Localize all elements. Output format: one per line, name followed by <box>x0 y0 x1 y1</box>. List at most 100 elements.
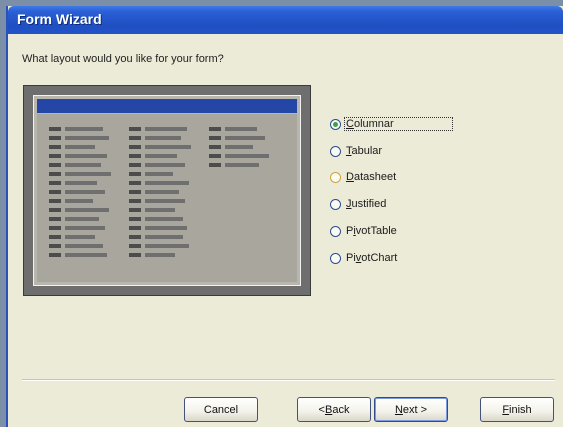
radio-justified[interactable] <box>330 198 341 210</box>
preview-field-value <box>225 136 265 140</box>
preview-field-value <box>145 226 187 230</box>
preview-field-row <box>209 144 269 150</box>
preview-field-row <box>49 144 111 150</box>
preview-field-value <box>65 127 103 131</box>
preview-field-label <box>49 145 61 149</box>
preview-field-value <box>225 154 269 158</box>
preview-field-value <box>145 181 189 185</box>
option-pivotchart[interactable]: PivotChart <box>330 248 399 268</box>
option-datasheet[interactable]: Datasheet <box>330 167 398 187</box>
preview-field-label <box>49 208 61 212</box>
back-button[interactable]: < Back <box>297 397 371 422</box>
option-justified[interactable]: Justified <box>330 194 388 214</box>
radio-columnar[interactable] <box>330 118 341 130</box>
preview-field-label <box>209 136 221 140</box>
layout-options: Columnar Tabular Datasheet Justified Piv… <box>330 114 478 286</box>
option-pivottable[interactable]: PivotTable <box>330 221 399 241</box>
preview-field-row <box>129 207 191 213</box>
preview-field-value <box>65 181 97 185</box>
preview-field-row <box>49 225 111 231</box>
preview-field-row <box>49 126 111 132</box>
preview-field-value <box>65 244 103 248</box>
preview-field-label <box>129 253 141 257</box>
preview-field-value <box>65 136 109 140</box>
preview-field-row <box>129 135 191 141</box>
finish-button[interactable]: Finish <box>480 397 554 422</box>
preview-field-row <box>129 216 191 222</box>
layout-preview <box>23 85 311 296</box>
preview-field-row <box>49 198 111 204</box>
preview-column-2 <box>129 126 191 261</box>
preview-field-row <box>129 144 191 150</box>
preview-field-label <box>209 154 221 158</box>
preview-field-row <box>129 180 191 186</box>
preview-field-label <box>49 172 61 176</box>
preview-field-value <box>145 136 181 140</box>
preview-field-label <box>129 226 141 230</box>
radio-tabular[interactable] <box>330 145 341 157</box>
radio-datasheet[interactable] <box>330 171 341 183</box>
window-title: Form Wizard <box>17 11 102 27</box>
title-bar[interactable]: Form Wizard <box>8 6 563 34</box>
preview-field-value <box>65 190 105 194</box>
preview-field-label <box>49 136 61 140</box>
layout-prompt: What layout would you like for your form… <box>22 53 224 65</box>
preview-field-value <box>65 235 95 239</box>
option-columnar[interactable]: Columnar <box>330 114 453 134</box>
preview-field-row <box>129 198 191 204</box>
preview-field-value <box>145 253 175 257</box>
preview-column-3 <box>209 126 269 171</box>
preview-field-row <box>49 252 111 258</box>
preview-field-value <box>65 208 109 212</box>
preview-field-value <box>65 145 95 149</box>
preview-field-label <box>209 145 221 149</box>
preview-field-label <box>129 199 141 203</box>
preview-field-label <box>129 163 141 167</box>
preview-field-label <box>49 235 61 239</box>
cancel-button[interactable]: Cancel <box>184 397 258 422</box>
preview-field-label <box>129 154 141 158</box>
preview-field-value <box>225 163 259 167</box>
preview-field-row <box>209 135 269 141</box>
preview-field-value <box>145 208 175 212</box>
preview-field-row <box>209 126 269 132</box>
preview-field-label <box>49 244 61 248</box>
preview-field-value <box>65 199 93 203</box>
option-tabular[interactable]: Tabular <box>330 141 384 161</box>
preview-field-label <box>209 127 221 131</box>
preview-field-label <box>129 127 141 131</box>
option-tabular-label: Tabular <box>346 145 383 157</box>
preview-field-value <box>65 154 107 158</box>
preview-field-value <box>145 127 187 131</box>
preview-field-value <box>225 145 253 149</box>
preview-field-value <box>145 199 185 203</box>
option-pivotchart-label: PivotChart <box>346 252 398 264</box>
next-button[interactable]: Next > <box>374 397 448 422</box>
preview-field-label <box>49 181 61 185</box>
preview-field-row <box>209 153 269 159</box>
preview-field-label <box>129 217 141 221</box>
preview-field-label <box>129 244 141 248</box>
preview-field-label <box>49 190 61 194</box>
preview-field-label <box>49 127 61 131</box>
preview-body <box>37 114 297 282</box>
radio-pivotchart[interactable] <box>330 252 341 264</box>
preview-field-row <box>129 126 191 132</box>
preview-field-label <box>129 172 141 176</box>
preview-field-row <box>49 180 111 186</box>
preview-field-row <box>49 216 111 222</box>
preview-field-row <box>129 189 191 195</box>
preview-field-value <box>225 127 257 131</box>
preview-field-value <box>65 172 111 176</box>
radio-pivottable[interactable] <box>330 225 341 237</box>
preview-field-value <box>65 217 99 221</box>
preview-field-row <box>49 243 111 249</box>
preview-field-value <box>65 163 101 167</box>
preview-field-label <box>49 199 61 203</box>
preview-field-row <box>129 243 191 249</box>
preview-field-label <box>49 253 61 257</box>
preview-field-label <box>129 208 141 212</box>
form-wizard-window: Form Wizard What layout would you like f… <box>6 6 563 427</box>
preview-field-value <box>145 190 179 194</box>
preview-field-row <box>49 135 111 141</box>
